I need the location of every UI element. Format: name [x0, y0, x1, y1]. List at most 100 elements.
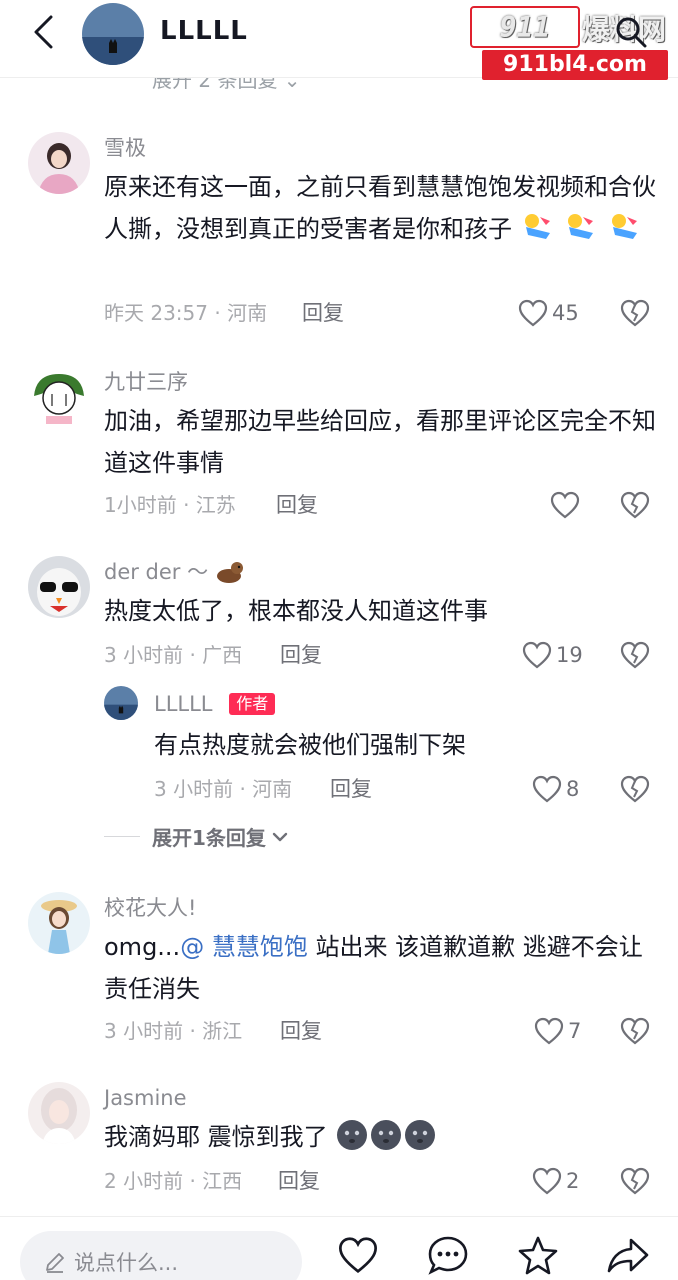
like-count: 19	[556, 643, 583, 667]
comment-username[interactable]: 雪极	[104, 134, 146, 162]
pencil-icon	[46, 1253, 64, 1273]
girl-portrait-avatar-icon	[28, 1082, 90, 1144]
broken-heart-icon	[620, 1167, 650, 1195]
divider	[104, 836, 140, 837]
comment-time-location: 昨天 23:57 · 河南	[104, 301, 268, 325]
expand-replies-button[interactable]: 展开1条回复	[104, 822, 290, 851]
like-button[interactable]: 45	[518, 298, 579, 328]
dislike-button[interactable]	[620, 1016, 650, 1046]
dark-face-emoji-icon	[337, 1120, 368, 1150]
star-icon	[518, 1236, 558, 1275]
share-arrow-icon	[607, 1238, 649, 1273]
reply-avatar[interactable]	[104, 686, 138, 720]
watermark-logo: 911	[470, 6, 580, 48]
comment-bubble-icon	[428, 1236, 468, 1275]
running-kid-emoji-icon	[524, 214, 550, 239]
broken-heart-icon	[620, 641, 650, 669]
comment-text: 加油，希望那边早些给回应，看那里评论区完全不知道这件事情	[104, 407, 656, 477]
comment-time-location: 3 小时前 · 浙江	[104, 1019, 243, 1043]
comment-button[interactable]	[426, 1233, 470, 1277]
like-count: 7	[568, 1019, 582, 1043]
share-button[interactable]	[606, 1233, 650, 1277]
running-kid-emoji-icon	[611, 214, 637, 239]
broken-heart-icon	[620, 491, 650, 519]
anime-girl-avatar-icon	[28, 892, 90, 954]
comment-username[interactable]: 校花大人!	[104, 894, 196, 922]
avatar[interactable]	[28, 892, 90, 954]
reply-button[interactable]: 回复	[280, 1016, 322, 1046]
dark-face-emoji-icon	[371, 1120, 402, 1150]
sea-cat-avatar-icon	[82, 3, 144, 65]
back-arrow-icon	[34, 15, 53, 49]
comment-text-prefix: omg...	[104, 933, 181, 961]
like-button[interactable]	[550, 490, 584, 520]
dislike-button[interactable]	[620, 640, 650, 670]
running-kid-emoji-icon	[568, 214, 594, 239]
avatar[interactable]	[28, 556, 90, 618]
profile-avatar[interactable]	[82, 3, 144, 65]
like-count: 45	[552, 301, 579, 325]
comment-text-body: 我滴妈耶 震惊到我了	[104, 1123, 328, 1151]
comment-username[interactable]: 九廿三序	[104, 368, 188, 396]
comment-input-placeholder: 说点什么...	[74, 1251, 179, 1275]
like-video-button[interactable]	[336, 1233, 380, 1277]
comment-item: der der ～ 热度太低了，根本都没人知道这件事 3 小时前 · 广西 回复…	[0, 556, 678, 856]
comment-item: 九廿三序 加油，希望那边早些给回应，看那里评论区完全不知道这件事情 1小时前 ·…	[0, 364, 678, 524]
comment-text: 原来还有这一面，之前只看到慧慧饱饱发视频和合伙人撕，没想到真正的受害者是你和孩子	[104, 166, 664, 250]
reply-button[interactable]: 回复	[330, 774, 372, 804]
avatar[interactable]	[28, 366, 90, 428]
comment-time-location: 3 小时前 · 广西	[104, 643, 243, 667]
watermark-domain: 911bl4.com	[482, 50, 668, 80]
search-icon	[616, 17, 647, 48]
doodle-face-avatar-icon	[28, 366, 90, 428]
comment-text: 热度太低了，根本都没人知道这件事	[104, 597, 488, 625]
otter-emoji-icon	[216, 562, 243, 583]
back-button[interactable]	[22, 14, 66, 50]
comment-item: 校花大人! omg...@ 慧慧饱饱 站出来 该道歉道歉 逃避不会让责任消失 3…	[0, 892, 678, 1052]
like-count: 2	[566, 1169, 580, 1193]
reply-button[interactable]: 回复	[302, 298, 344, 328]
like-button[interactable]: 19	[522, 640, 583, 670]
favorite-button[interactable]	[516, 1233, 560, 1277]
broken-heart-icon	[620, 775, 650, 803]
sea-cat-avatar-icon	[104, 686, 138, 720]
bottom-action-bar: 说点什么...	[0, 1216, 678, 1280]
expand-replies-label: 展开1条回复	[152, 826, 266, 850]
comment-username[interactable]: der der ～	[104, 558, 245, 586]
dislike-button[interactable]	[620, 298, 650, 328]
top-bar: LLLLL 911 爆料网 911bl4.com	[0, 0, 678, 80]
chevron-down-icon	[272, 832, 288, 841]
heart-icon	[522, 641, 552, 669]
heart-icon	[534, 1017, 564, 1045]
comment-item: Jasmine 我滴妈耶 震惊到我了 2 小时前 · 江西 回复 2	[0, 1082, 678, 1202]
heart-icon	[532, 1167, 562, 1195]
heart-icon	[550, 491, 580, 519]
comment-time-location: 1小时前 · 江苏	[104, 493, 236, 517]
dislike-button[interactable]	[620, 774, 650, 804]
page-title: LLLLL	[160, 16, 248, 46]
reply-text: 有点热度就会被他们强制下架	[154, 731, 466, 759]
reply-button[interactable]: 回复	[280, 640, 322, 670]
comment-username-text: der der ～	[104, 560, 209, 584]
avatar[interactable]	[28, 132, 90, 194]
reply-time-location: 3 小时前 · 河南	[154, 777, 293, 801]
avatar[interactable]	[28, 1082, 90, 1144]
comment-username[interactable]: Jasmine	[104, 1084, 187, 1112]
like-button[interactable]: 8	[532, 774, 579, 804]
mention-link[interactable]: @ 慧慧饱饱	[180, 933, 308, 961]
dislike-button[interactable]	[620, 1166, 650, 1196]
author-badge: 作者	[229, 693, 276, 715]
search-button[interactable]	[606, 12, 656, 52]
broken-heart-icon	[620, 299, 650, 327]
broken-heart-icon	[620, 1017, 650, 1045]
like-button[interactable]: 7	[534, 1016, 581, 1046]
dislike-button[interactable]	[620, 490, 650, 520]
like-button[interactable]: 2	[532, 1166, 579, 1196]
comment-input[interactable]: 说点什么...	[20, 1231, 302, 1280]
reply-button[interactable]: 回复	[276, 490, 318, 520]
penguin-sunglasses-avatar-icon	[28, 556, 90, 618]
comment-text: omg...@ 慧慧饱饱 站出来 该道歉道歉 逃避不会让责任消失	[104, 926, 664, 1010]
reply-username[interactable]: LLLLL 作者	[154, 690, 276, 718]
comment-time-location: 2 小时前 · 江西	[104, 1169, 243, 1193]
reply-button[interactable]: 回复	[278, 1166, 320, 1196]
